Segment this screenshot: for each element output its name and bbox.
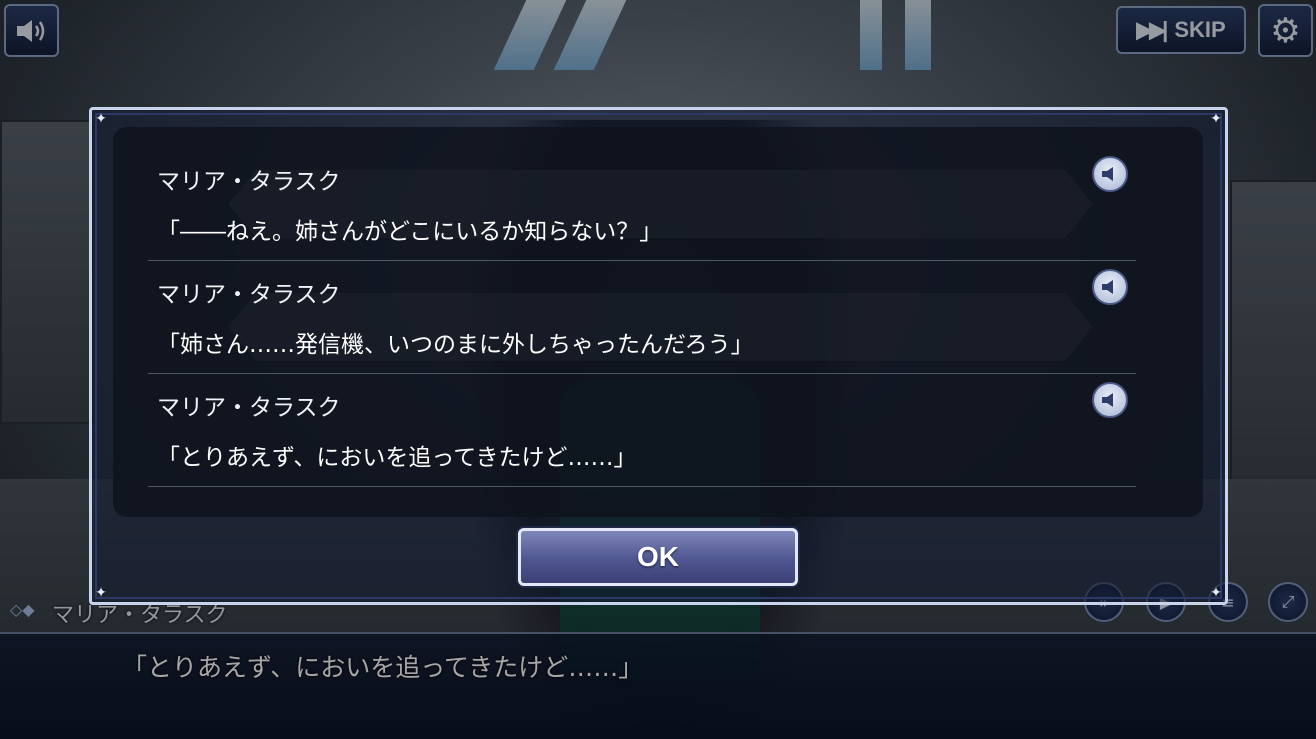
ok-button[interactable]: OK <box>518 528 798 586</box>
entry-speaker-name: マリア・タラスク <box>157 169 341 195</box>
corner-ornament-icon: ✦ <box>1210 585 1222 601</box>
entry-text: 「――ねえ。姉さんがどこにいるか知らない？」 <box>157 219 663 245</box>
voice-replay-button[interactable] <box>1092 269 1128 305</box>
corner-ornament-icon: ✦ <box>1210 111 1222 127</box>
entry-divider <box>148 373 1136 374</box>
corner-ornament-icon: ✦ <box>95 111 107 127</box>
speaker-icon <box>1102 167 1113 181</box>
speaker-icon <box>1102 280 1113 294</box>
speaker-icon <box>1102 393 1113 407</box>
voice-replay-button[interactable] <box>1092 382 1128 418</box>
voice-replay-button[interactable] <box>1092 156 1128 192</box>
entry-text: 「姉さん……発信機、いつのまに外しちゃったんだろう」 <box>157 332 754 358</box>
game-scene: ◇◆ マリア・タラスク 「とりあえず、においを追ってきたけど……」 » ▶ ≡ … <box>0 0 1316 739</box>
entry-speaker-name: マリア・タラスク <box>157 395 341 421</box>
entry-speaker-name: マリア・タラスク <box>157 282 341 308</box>
entry-divider <box>148 486 1136 487</box>
entry-text: 「とりあえず、においを追ってきたけど……」 <box>157 445 637 471</box>
corner-ornament-icon: ✦ <box>95 585 107 601</box>
entry-divider <box>148 260 1136 261</box>
